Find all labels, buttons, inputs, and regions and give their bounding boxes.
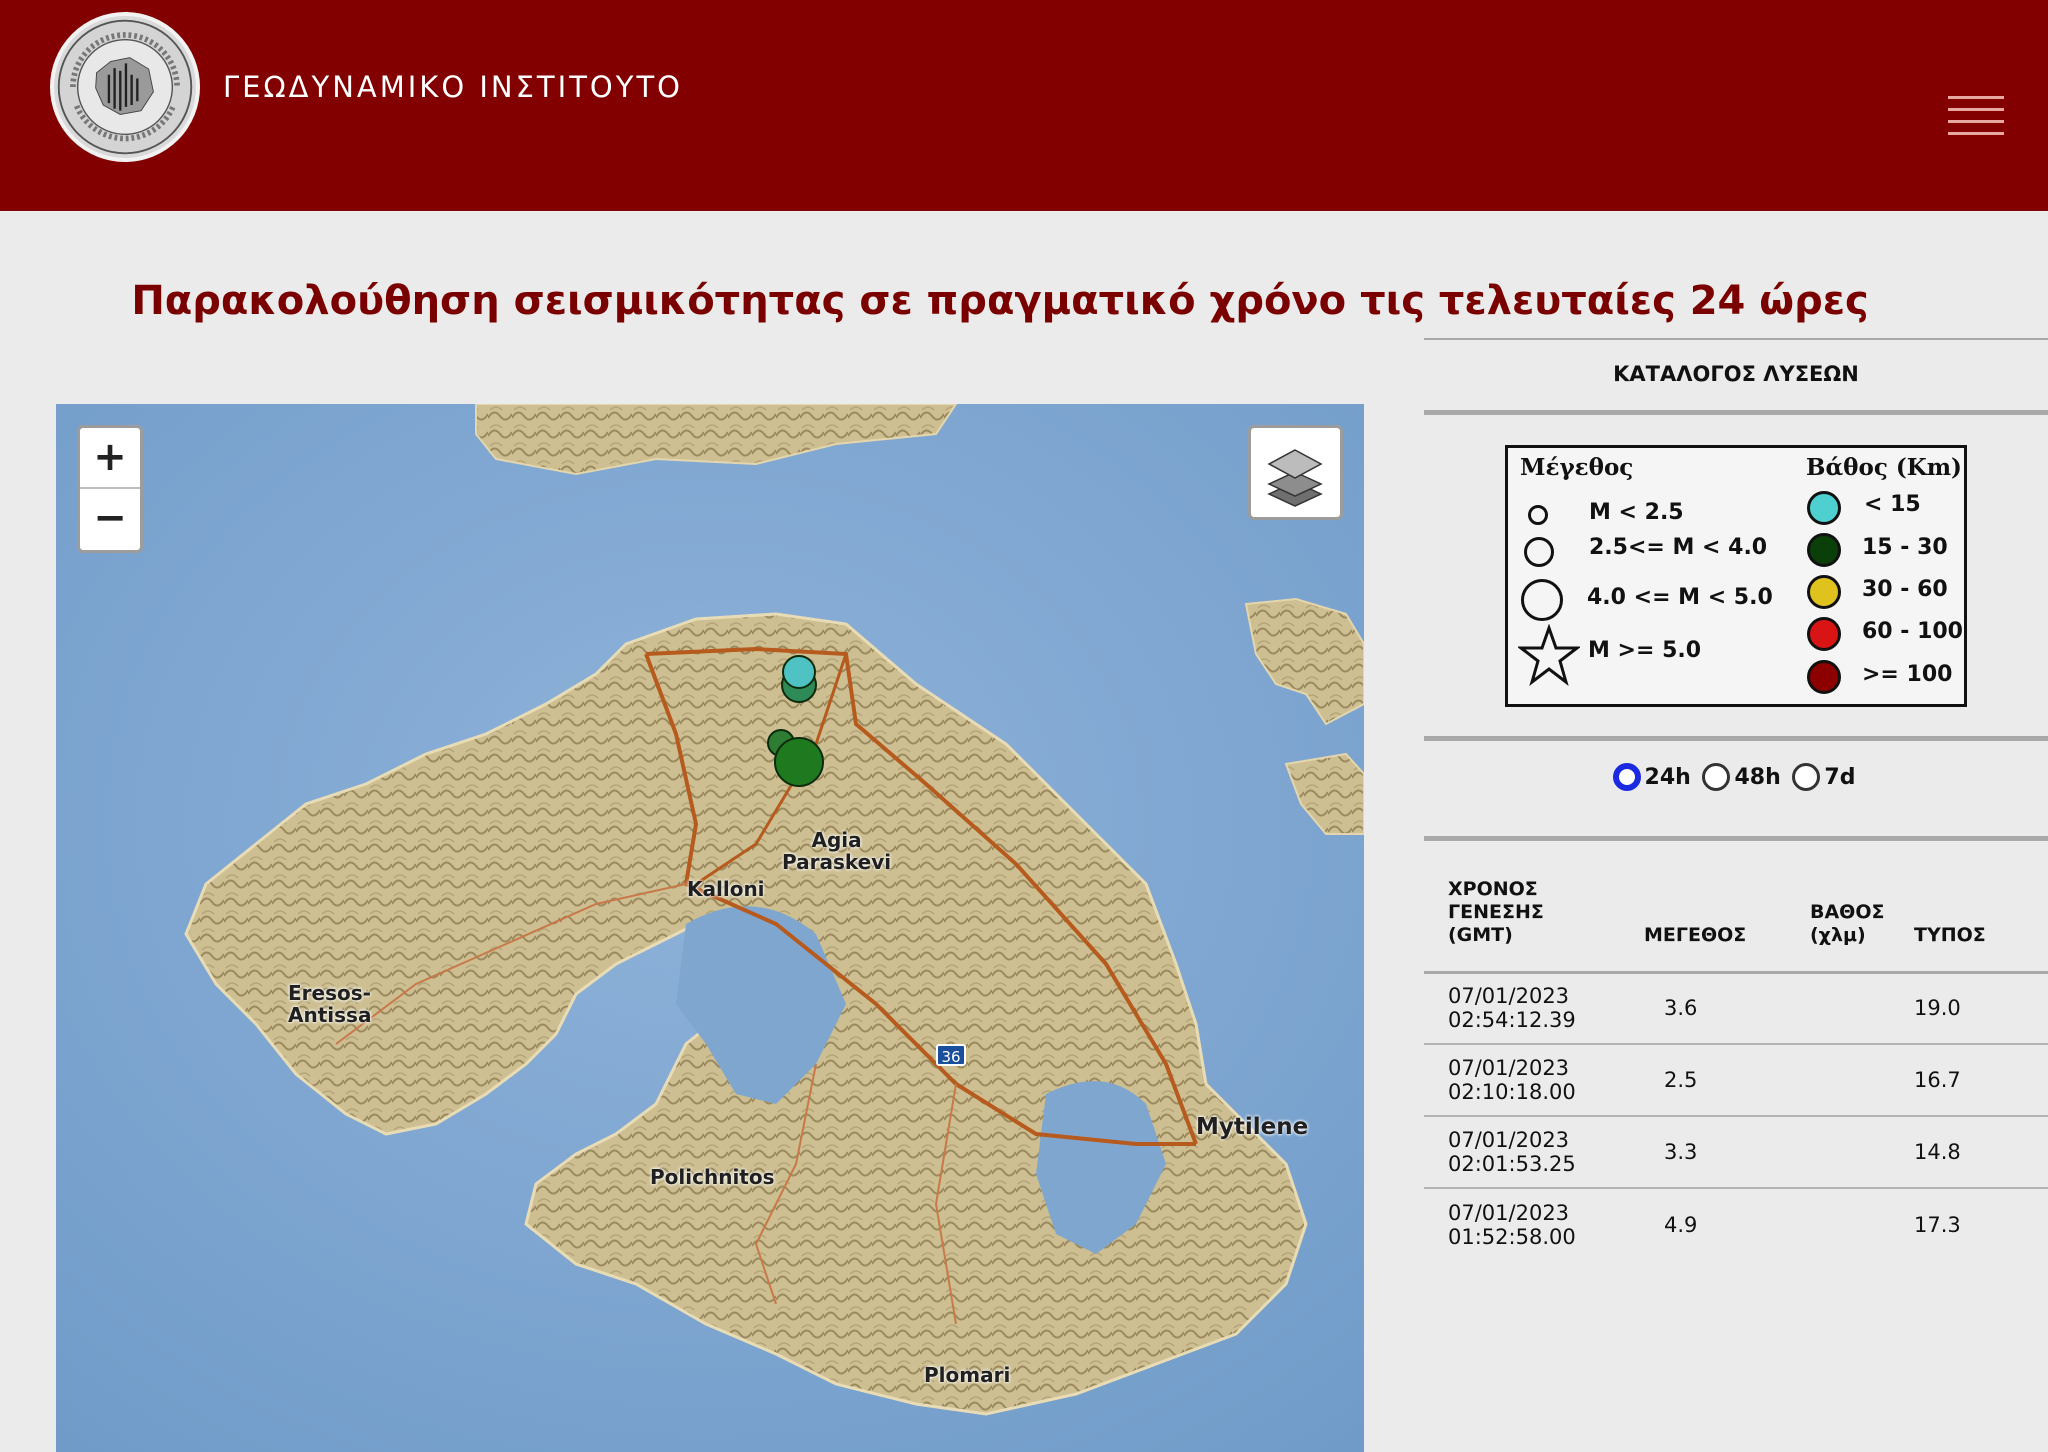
depth-cyan-icon	[1807, 491, 1841, 525]
site-title[interactable]: ΓΕΩΔΥΝΑΜΙΚΟ ΙΝΣΤΙΤΟΥΤΟ	[223, 70, 683, 104]
table-row[interactable]: 07/01/2023 02:54:12.39 3.6 19.0	[1424, 972, 2048, 1045]
place-kalloni: Kalloni	[687, 877, 765, 901]
divider	[1424, 410, 2048, 415]
table-row[interactable]: 07/01/2023 02:01:53.25 3.3 14.8	[1424, 1116, 2048, 1189]
zoom-control: + −	[77, 425, 143, 553]
range-7d-radio[interactable]	[1792, 763, 1821, 791]
zoom-out-button[interactable]: −	[80, 489, 140, 550]
header-depth[interactable]: ΒΑΘΟΣ (χλμ)	[1784, 858, 1914, 974]
legend-magnitude-item: M < 2.5	[1589, 500, 1684, 525]
depth-red-icon	[1807, 617, 1841, 651]
layers-icon	[1267, 449, 1323, 507]
page-title-text: Παρακολούθηση σεισμικότητας σε πραγματικ…	[131, 278, 1869, 324]
range-48h-label: 48h	[1734, 764, 1781, 790]
range-48h-radio[interactable]	[1702, 763, 1731, 791]
cell-magnitude: 4.9	[1664, 1212, 1698, 1237]
layers-button[interactable]	[1248, 425, 1343, 520]
time-range-selector: 24h 48h 7d	[1424, 763, 2048, 797]
magnitude-medium-icon	[1524, 537, 1554, 567]
cell-magnitude: 3.6	[1644, 972, 1784, 1045]
cell-empty	[1784, 1116, 1914, 1189]
institute-seal-logo[interactable]	[50, 12, 200, 162]
legend-depth-title: Βάθος (Km)	[1806, 454, 1962, 481]
cell-time: 07/01/2023 02:54:12.39	[1424, 972, 1644, 1045]
range-24h-label: 24h	[1644, 764, 1691, 790]
legend-magnitude-title: Μέγεθος	[1520, 454, 1634, 481]
map-terrain	[56, 404, 1364, 1452]
place-eresos-antissa: Eresos- Antissa	[288, 981, 372, 1027]
cell-empty	[1784, 1188, 1914, 1260]
legend-depth-item: 30 - 60	[1862, 577, 1948, 602]
cell-magnitude: 3.3	[1644, 1116, 1784, 1189]
depth-darkgreen-icon	[1807, 533, 1841, 567]
catalog-title: ΚΑΤΑΛΟΓΟΣ ΛΥΣΕΩΝ	[1613, 362, 1859, 386]
star-icon	[1518, 624, 1580, 686]
range-24h-radio[interactable]	[1612, 763, 1641, 791]
cell-time: 07/01/2023 02:01:53.25	[1424, 1116, 1644, 1189]
cell-depth: 19.0	[1914, 972, 2048, 1045]
cell-depth: 14.8	[1914, 1116, 2048, 1189]
hamburger-menu-icon[interactable]	[1946, 94, 2006, 140]
events-table: ΧΡΟΝΟΣ ΓΕΝΕΣΗΣ (GMT) ΜΕΓΕΘΟΣ ΒΑΘΟΣ (χλμ)…	[1424, 858, 2048, 1260]
cell-depth: 17.3	[1914, 1212, 1961, 1237]
depth-yellow-icon	[1807, 575, 1841, 609]
table-row[interactable]: 07/01/2023 01:52:58.00 4.9 17.3	[1424, 1188, 2048, 1260]
header-origin-time[interactable]: ΧΡΟΝΟΣ ΓΕΝΕΣΗΣ (GMT)	[1424, 858, 1644, 974]
legend-depth-item: 60 - 100	[1862, 619, 1963, 644]
zoom-in-button[interactable]: +	[80, 428, 140, 489]
legend-magnitude-item: 4.0 <= M < 5.0	[1587, 585, 1773, 610]
header-magnitude[interactable]: ΜΕΓΕΘΟΣ	[1644, 858, 1784, 974]
cell-magnitude: 2.5	[1644, 1044, 1784, 1117]
cell-empty	[1784, 1044, 1914, 1117]
table-row[interactable]: 07/01/2023 02:10:18.00 2.5 16.7	[1424, 1044, 2048, 1117]
cell-empty	[1784, 972, 1914, 1045]
legend-box: Μέγεθος Βάθος (Km) M < 2.5 2.5<= M < 4.0…	[1505, 445, 1967, 707]
range-24h-option[interactable]: 24h	[1612, 763, 1691, 791]
divider	[1424, 338, 2048, 340]
cell-time: 07/01/2023 01:52:58.00	[1448, 1200, 1576, 1249]
seismic-map[interactable]: Agia Paraskevi Kalloni Eresos- Antissa M…	[56, 404, 1364, 1452]
place-polichnitos: Polichnitos	[650, 1165, 775, 1189]
site-header: ΓΕΩΔΥΝΑΜΙΚΟ ΙΝΣΤΙΤΟΥΤΟ	[0, 0, 2048, 211]
legend-magnitude-item: M >= 5.0	[1588, 638, 1702, 663]
cell-time: 07/01/2023 02:10:18.00	[1424, 1044, 1644, 1117]
place-agia-paraskevi: Agia Paraskevi	[782, 828, 892, 874]
depth-darkred-icon	[1807, 660, 1841, 694]
legend-depth-item: < 15	[1864, 492, 1921, 517]
legend-depth-item: 15 - 30	[1862, 535, 1948, 560]
place-mytilene: Mytilene	[1196, 1114, 1309, 1140]
cell-depth: 16.7	[1914, 1044, 2048, 1117]
route-shield: 36	[936, 1044, 966, 1066]
header-type[interactable]: ΤΥΠΟΣ	[1914, 858, 2048, 974]
legend-magnitude-item: 2.5<= M < 4.0	[1589, 535, 1768, 560]
page-title: Παρακολούθηση σεισμικότητας σε πραγματικ…	[0, 278, 2048, 324]
divider	[1424, 736, 2048, 741]
magnitude-large-icon	[1521, 579, 1563, 621]
divider	[1424, 836, 2048, 841]
range-48h-option[interactable]: 48h	[1702, 763, 1781, 791]
range-7d-option[interactable]: 7d	[1792, 763, 1855, 791]
place-plomari: Plomari	[924, 1363, 1011, 1387]
range-7d-label: 7d	[1824, 764, 1856, 790]
magnitude-small-icon	[1528, 505, 1548, 525]
legend-depth-item: >= 100	[1862, 662, 1953, 687]
table-header-row: ΧΡΟΝΟΣ ΓΕΝΕΣΗΣ (GMT) ΜΕΓΕΘΟΣ ΒΑΘΟΣ (χλμ)…	[1424, 858, 2048, 974]
